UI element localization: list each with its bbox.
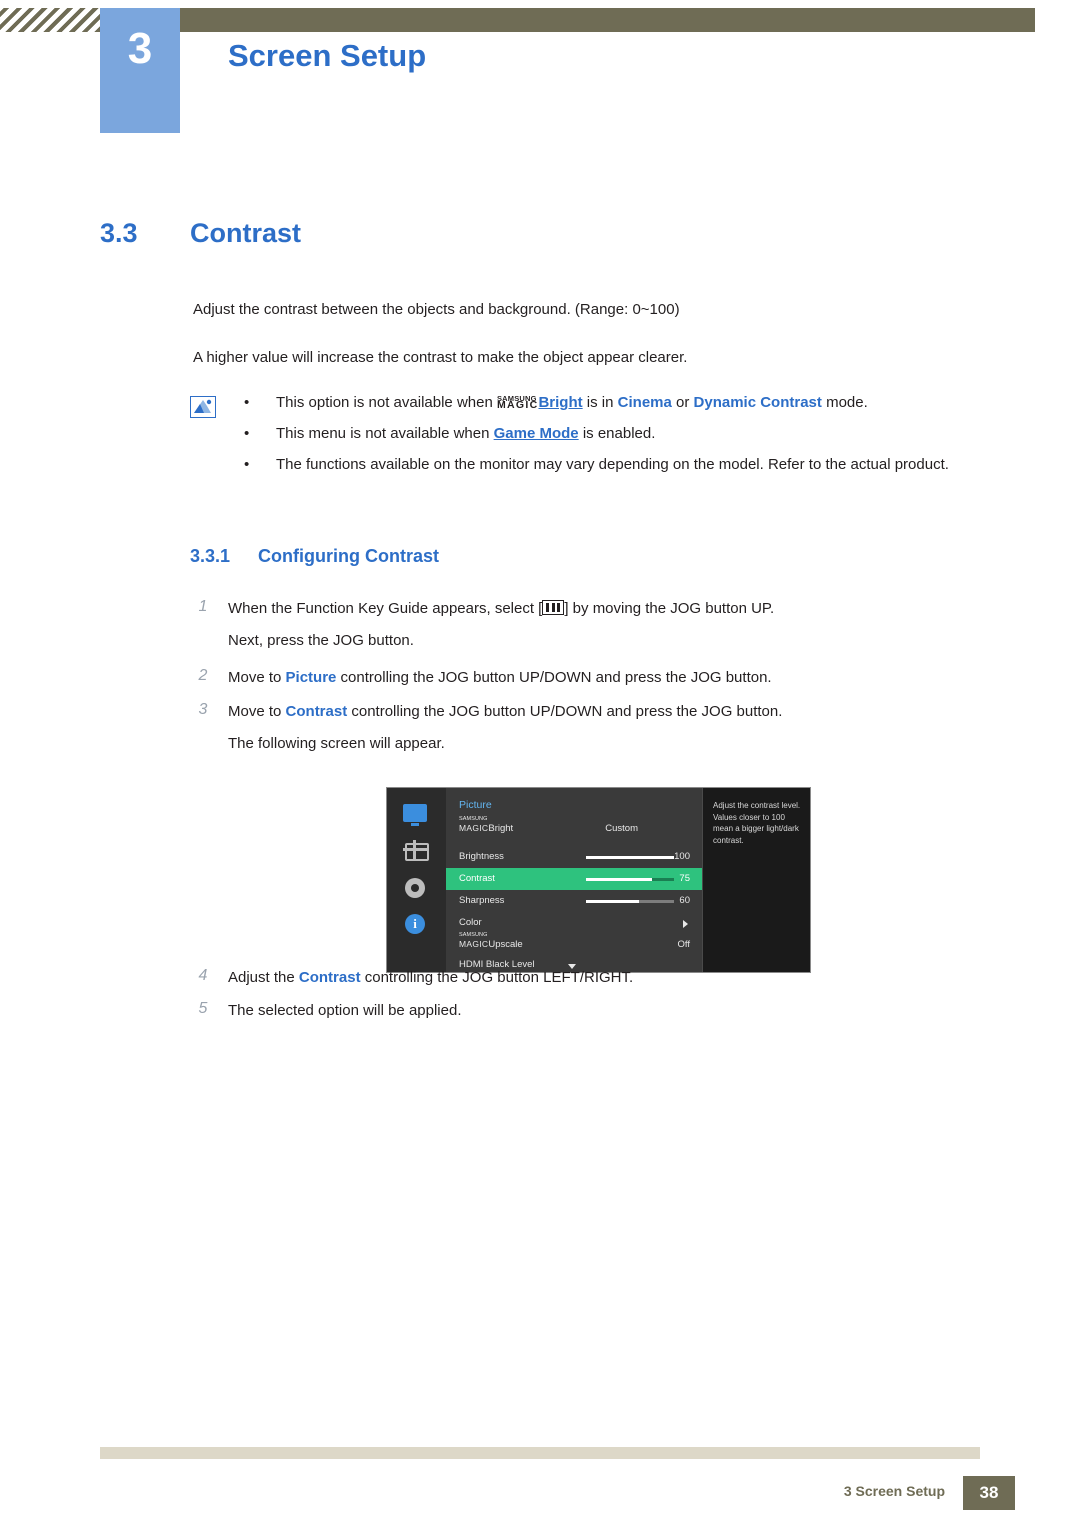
note-1-cinema: Cinema <box>617 394 672 411</box>
step-number-3: 3 <box>198 701 208 718</box>
osd-help-panel: Adjust the contrast level. Values closer… <box>702 788 811 972</box>
osd-menu-panel: Picture SAMSUNG MAGICBright Custom Bright… <box>446 788 702 972</box>
subsection-title: Configuring Contrast <box>258 546 439 566</box>
page-title: Contrast <box>190 218 302 248</box>
osd-screenshot: i Picture SAMSUNG MAGICBright Custom Brig… <box>387 788 811 972</box>
note-2-game-mode-link[interactable]: Game Mode <box>494 425 579 442</box>
note-1-mid: is in <box>582 394 618 411</box>
step-3-pre: Move to <box>228 703 286 720</box>
intro-paragraph-1: Adjust the contrast between the objects … <box>193 301 680 318</box>
osd-row-color[interactable]: Color <box>446 912 702 934</box>
footer-divider <box>100 1447 980 1459</box>
intro-paragraph-2: A higher value will increase the contras… <box>193 349 688 366</box>
bullet-icon: • <box>244 424 250 442</box>
note-icon <box>190 396 216 418</box>
note-1-text-pre: This option is not available when <box>276 394 497 411</box>
osd-row-magicbright[interactable]: SAMSUNG MAGICBright Custom <box>446 816 702 840</box>
step-3-post: controlling the JOG button UP/DOWN and p… <box>347 703 783 720</box>
osd-menu-title: Picture <box>459 799 492 811</box>
osd-row-brightness[interactable]: Brightness 100 <box>446 846 702 868</box>
osd-row-value: Off <box>677 939 691 950</box>
note-2-pre: This menu is not available when <box>276 424 494 442</box>
osd-row-value: Custom <box>605 823 638 834</box>
osd-row-label: SAMSUNG MAGICUpscale <box>459 932 523 950</box>
samsung-magic-logo: SAMSUNG MAGIC <box>496 394 539 411</box>
osd-row-label: Sharpness <box>459 895 505 906</box>
sharpness-slider[interactable] <box>586 900 674 903</box>
step-1-post: ] by moving the JOG button UP. <box>564 600 775 617</box>
display-icon <box>403 804 429 830</box>
footer-chapter-label: 3 Screen Setup <box>843 1483 945 1499</box>
note-1-post: mode. <box>821 394 868 411</box>
step-text-3-line2: The following screen will appear. <box>228 735 445 752</box>
step-number-2: 2 <box>198 667 208 684</box>
picture-icon <box>403 840 429 866</box>
bullet-icon: • <box>244 455 250 473</box>
note-list: • This option is not available when SAMS… <box>238 392 1018 484</box>
bullet-icon: • <box>244 394 250 411</box>
step-text-1-line2: Next, press the JOG button. <box>228 632 414 649</box>
step-text-2: Move to Picture controlling the JOG butt… <box>228 667 1028 689</box>
section-number: 3.3 <box>100 218 138 248</box>
osd-bright-label: Bright <box>488 823 514 834</box>
osd-row-value: 75 <box>679 873 690 884</box>
osd-row-label: Contrast <box>459 873 495 884</box>
note-item-2: • This menu is not available when Game M… <box>238 423 1018 445</box>
chapter-title: Screen Setup <box>228 38 427 73</box>
step-text-1: When the Function Key Guide appears, sel… <box>228 598 1028 620</box>
magic-logo-text: MAGIC <box>459 823 489 833</box>
contrast-slider[interactable] <box>586 878 674 881</box>
step-4-pre: Adjust the <box>228 969 299 986</box>
information-icon: i <box>403 912 429 938</box>
note-1-dynamic-contrast: Dynamic Contrast <box>693 394 822 411</box>
osd-row-magicupscale[interactable]: SAMSUNG MAGICUpscale Off <box>446 932 702 956</box>
subsection-number: 3.3.1 <box>190 546 231 566</box>
osd-upscale-label: Upscale <box>488 939 523 950</box>
step-4-contrast-label: Contrast <box>298 969 361 986</box>
step-number-1: 1 <box>198 598 208 615</box>
osd-row-value: 60 <box>679 895 690 906</box>
osd-row-label: Brightness <box>459 851 504 862</box>
osd-row-sharpness[interactable]: Sharpness 60 <box>446 890 702 912</box>
samsung-logo-text: SAMSUNG <box>459 932 488 938</box>
osd-row-value: 100 <box>674 851 690 862</box>
magic-logo-text: MAGIC <box>459 939 489 949</box>
note-item-3: • The functions available on the monitor… <box>238 454 1018 476</box>
step-text-4: Adjust the Contrast controlling the JOG … <box>228 967 1028 989</box>
note-item-1: • This option is not available when SAMS… <box>238 392 1018 414</box>
chapter-number: 3 <box>127 24 153 73</box>
step-4-post: controlling the JOG button LEFT/RIGHT. <box>360 969 634 986</box>
samsung-logo-text: SAMSUNG <box>459 816 488 822</box>
step-text-5: The selected option will be applied. <box>228 1002 462 1019</box>
osd-row-contrast[interactable]: Contrast 75 <box>446 868 702 890</box>
step-1-pre: When the Function Key Guide appears, sel… <box>228 600 543 617</box>
step-3-contrast-label: Contrast <box>285 703 348 720</box>
header-bar <box>180 8 1035 32</box>
note-3-text: The functions available on the monitor m… <box>276 455 949 473</box>
step-number-4: 4 <box>198 967 208 984</box>
step-2-pre: Move to <box>228 669 286 686</box>
note-1-or: or <box>671 394 694 411</box>
osd-icon-sidebar: i <box>387 788 446 972</box>
function-key-guide-icon <box>542 600 565 615</box>
magic-logo-text: MAGIC <box>496 399 539 411</box>
osd-row-label: SAMSUNG MAGICBright <box>459 816 514 834</box>
step-text-3: Move to Contrast controlling the JOG but… <box>228 701 1028 723</box>
page-number: 38 <box>963 1476 1015 1510</box>
brightness-slider[interactable] <box>586 856 674 859</box>
step-number-5: 5 <box>198 1000 208 1017</box>
chevron-right-icon <box>683 920 688 928</box>
step-2-picture-label: Picture <box>285 669 337 686</box>
system-gear-icon <box>403 876 429 902</box>
note-1-bright-link[interactable]: Bright <box>538 394 582 411</box>
header-hatch-decoration <box>0 8 100 32</box>
note-2-post: is enabled. <box>578 424 656 442</box>
step-2-post: controlling the JOG button UP/DOWN and p… <box>336 669 772 686</box>
osd-row-label: Color <box>459 917 482 928</box>
osd-help-text: Adjust the contrast level. Values closer… <box>713 801 801 845</box>
